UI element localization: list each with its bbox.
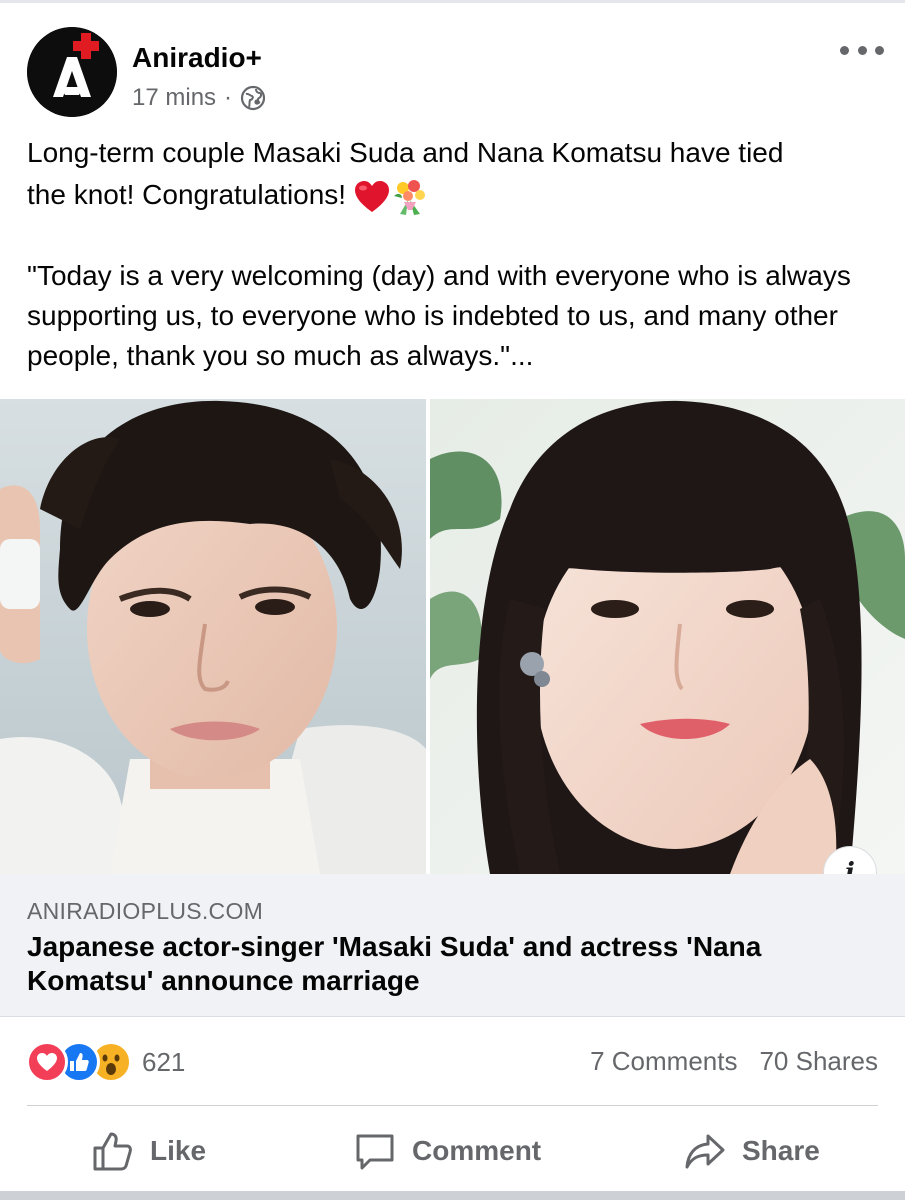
link-title[interactable]: Japanese actor-singer 'Masaki Suda' and … xyxy=(27,930,877,998)
portrait-woman-image xyxy=(430,399,905,874)
post-text-line-2-text: the knot! Congratulations! xyxy=(27,179,354,210)
like-button[interactable]: Like xyxy=(92,1118,206,1184)
comment-icon xyxy=(356,1134,394,1170)
photo-nana-komatsu xyxy=(430,399,905,874)
post-meta: 17 mins · xyxy=(132,84,266,112)
post-actions: Like Comment Share xyxy=(0,1118,905,1184)
globe-icon xyxy=(240,85,266,111)
more-dot xyxy=(875,45,884,55)
top-divider xyxy=(0,0,905,3)
comment-button[interactable]: Comment xyxy=(354,1118,541,1184)
post-text-line-2: the knot! Congratulations! xyxy=(27,174,887,216)
like-label: Like xyxy=(150,1135,207,1166)
reaction-count: 621 xyxy=(142,1046,186,1077)
aniradio-logo-icon xyxy=(27,27,117,117)
page-name[interactable]: Aniradio+ xyxy=(132,42,262,74)
thumbs-up-icon xyxy=(93,1132,132,1171)
photo-masaki-suda xyxy=(0,399,426,874)
comments-count[interactable]: 7 Comments xyxy=(590,1046,737,1077)
more-options-icon[interactable] xyxy=(840,40,884,60)
share-arrow-icon xyxy=(685,1134,725,1169)
link-domain: ANIRADIOPLUS.COM xyxy=(27,898,264,924)
shares-count[interactable]: 70 Shares xyxy=(759,1046,878,1077)
post-quote: "Today is a very welcoming (day) and wit… xyxy=(27,260,851,371)
love-reaction-icon xyxy=(26,1041,68,1083)
link-preview-image[interactable] xyxy=(0,399,905,874)
meta-separator: · xyxy=(224,84,233,111)
reactions-summary[interactable]: 621 xyxy=(26,1041,186,1083)
post-text-line-1: Long-term couple Masaki Suda and Nana Ko… xyxy=(27,137,784,168)
post-time[interactable]: 17 mins xyxy=(132,84,216,112)
engagement-counts: 7 Comments 70 Shares xyxy=(590,1046,878,1077)
red-heart-emoji xyxy=(354,180,389,212)
post-text: Long-term couple Masaki Suda and Nana Ko… xyxy=(27,132,887,376)
share-label: Share xyxy=(742,1135,820,1166)
bouquet-emoji xyxy=(393,179,425,215)
share-button[interactable]: Share xyxy=(684,1118,820,1184)
more-dot xyxy=(840,45,849,55)
more-dot xyxy=(857,45,867,55)
comment-label: Comment xyxy=(412,1135,542,1166)
actions-divider xyxy=(27,1105,878,1106)
bottom-divider xyxy=(0,1191,905,1200)
portrait-man-image xyxy=(0,399,426,874)
link-preview-card[interactable]: ANIRADIOPLUS.COM Japanese actor-singer '… xyxy=(0,874,905,1017)
page-avatar[interactable] xyxy=(27,27,117,117)
